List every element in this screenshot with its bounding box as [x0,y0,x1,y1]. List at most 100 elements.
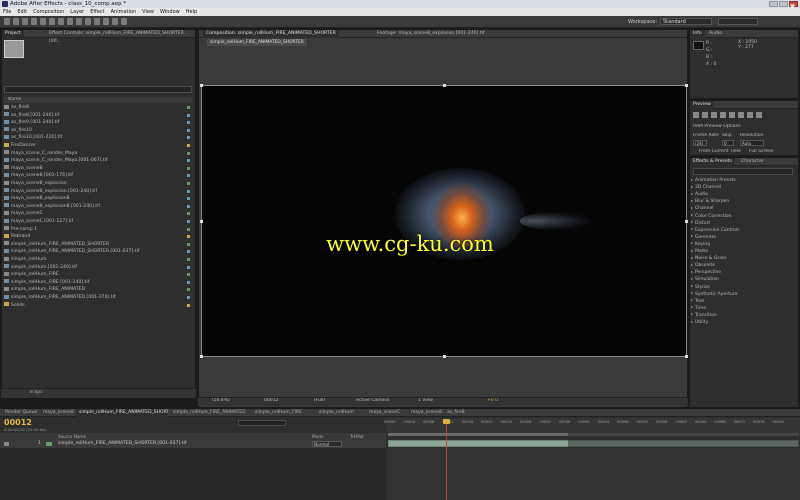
current-time-display[interactable]: 00012 [264,398,278,403]
project-column-name[interactable]: Name [4,97,192,103]
label-color-swatch[interactable] [187,121,190,125]
disclosure-triangle-icon[interactable] [691,214,693,216]
effects-category[interactable]: Transition [691,312,791,319]
effects-category[interactable]: Keying [691,241,791,248]
label-color-swatch[interactable] [187,144,190,147]
camera-select[interactable]: Active Camera [356,398,389,403]
project-item[interactable]: Pre-comp 1 [4,226,192,234]
layer-name[interactable]: simple_rollHum_FIRE_ANIMATED_SHORTER.[00… [58,440,186,448]
transform-handle[interactable] [200,355,203,358]
transform-handle[interactable] [200,84,203,87]
project-search-input[interactable] [4,86,192,93]
project-item[interactable]: maya_scene_C_render_Maya.[001-067].tif [4,157,192,165]
project-item[interactable]: as_fire8.[001-240].tif [4,112,192,120]
timeline-tab[interactable]: Render Queue [2,409,38,417]
project-item[interactable]: maya_scene8_explosion [4,180,192,188]
label-color-swatch[interactable] [187,280,190,284]
timeline-tab[interactable]: maya_scene8 [408,409,442,417]
label-color-swatch[interactable] [187,204,190,208]
transform-handle[interactable] [200,220,203,223]
label-color-swatch[interactable] [187,288,190,292]
frame-rate-select[interactable]: (24) [693,140,707,146]
tab-composition[interactable]: Composition: simple_rollHum_FIRE_ANIMATE… [203,30,339,38]
tab-info[interactable]: Info [690,30,705,38]
effects-category[interactable]: Expression Controls [691,227,791,234]
timeline-tab[interactable]: simple_rollHum_FIRE_ANIMATED [170,409,250,417]
label-color-swatch[interactable] [187,106,190,109]
label-color-swatch[interactable] [187,136,190,140]
project-item[interactable]: as_fire10.[001-220].tif [4,134,192,142]
disclosure-triangle-icon[interactable] [691,306,693,309]
effects-category[interactable]: Channel [691,205,791,212]
eraser-tool-icon[interactable] [103,18,109,25]
disclosure-triangle-icon[interactable] [691,320,693,323]
disclosure-triangle-icon[interactable] [691,206,693,209]
disclosure-triangle-icon[interactable] [691,192,693,195]
timeline-current-time[interactable]: 00012 [4,418,32,427]
rotate-tool-icon[interactable] [31,18,37,25]
tab-project[interactable]: Project [2,30,24,38]
label-color-swatch[interactable] [187,250,190,254]
magnification-select[interactable]: (50.4%) [212,398,230,403]
menu-file[interactable]: File [3,8,11,16]
project-item[interactable]: maya_scene8.[001-176].tif [4,172,192,180]
effects-category[interactable]: Distort [691,220,791,227]
transform-handle[interactable] [685,220,688,223]
ram-preview-options[interactable]: RAM Preview Options [693,124,741,129]
next-frame-icon[interactable] [720,112,726,118]
label-color-swatch[interactable] [187,242,190,246]
timeline-tab[interactable]: simple_rollHum_FIRE_ANIMATED_SHORTER [76,409,168,417]
disclosure-triangle-icon[interactable] [691,277,693,280]
project-item[interactable]: simple_rollHum [4,256,192,264]
disclosure-triangle-icon[interactable] [691,285,693,287]
label-color-swatch[interactable] [187,258,190,261]
exposure-value[interactable]: +0.0 [487,398,498,403]
project-item[interactable]: maya_scene8_explosion8 [4,195,192,203]
timeline-tab[interactable]: as_fire8 [444,409,474,417]
menu-help[interactable]: Help [186,8,197,16]
project-item[interactable]: maya_sceneC [4,210,192,218]
effects-category[interactable]: Utility [691,319,791,326]
label-color-swatch[interactable] [187,174,190,178]
effects-category[interactable]: Color Correction [691,213,791,220]
label-color-swatch[interactable] [187,151,190,155]
project-item[interactable]: simple_rollHum_FIRE_ANIMATED_SHORTER.[00… [4,248,192,256]
label-color-swatch[interactable] [187,303,190,307]
label-color-swatch[interactable] [187,128,190,132]
camera-tool-icon[interactable] [40,18,46,25]
disclosure-triangle-icon[interactable] [691,249,693,252]
effects-category[interactable]: Text [691,298,791,305]
hand-tool-icon[interactable] [13,18,19,25]
menu-window[interactable]: Window [160,8,180,16]
timeline-tab[interactable]: simple_rollHum [316,409,364,417]
label-color-swatch[interactable] [187,182,190,185]
trkmat-header[interactable]: TrkMat [350,433,364,440]
disclosure-triangle-icon[interactable] [691,263,693,266]
project-item[interactable]: simple_rollHum_FIRE_ANIMATED_SHORTER [4,241,192,249]
layer-mode-select[interactable]: Normal [312,441,342,447]
project-item[interactable]: as_fire10 [4,127,192,135]
pan-behind-tool-icon[interactable] [49,18,55,25]
tab-effect-controls[interactable]: Effect Controls: simple_rollHum_FIRE_ANI… [46,30,195,44]
skip-input[interactable]: 0 [722,140,734,146]
label-color-swatch[interactable] [187,227,190,231]
disclosure-triangle-icon[interactable] [691,199,693,202]
current-time-indicator[interactable] [446,420,448,500]
mask-tool-icon[interactable] [58,18,64,25]
effects-category[interactable]: Animation Presets [691,177,791,184]
work-area-bar[interactable] [388,433,568,436]
previous-frame-icon[interactable] [702,112,708,118]
project-item[interactable]: as_fire9.[001-240].tif [4,119,192,127]
source-name-header[interactable]: Source Name [58,433,86,440]
zoom-tool-icon[interactable] [22,18,28,25]
effects-category[interactable]: Time [691,305,791,312]
label-color-swatch[interactable] [187,189,190,193]
project-item[interactable]: maya_scene8 [4,165,192,173]
project-item[interactable]: Rebrand [4,233,192,241]
effects-category[interactable]: Audio [691,191,791,198]
label-color-swatch[interactable] [187,273,190,277]
menu-layer[interactable]: Layer [70,8,84,16]
view-layout-select[interactable]: 1 View [418,398,433,403]
pen-tool-icon[interactable] [67,18,73,25]
menu-composition[interactable]: Composition [33,8,64,16]
